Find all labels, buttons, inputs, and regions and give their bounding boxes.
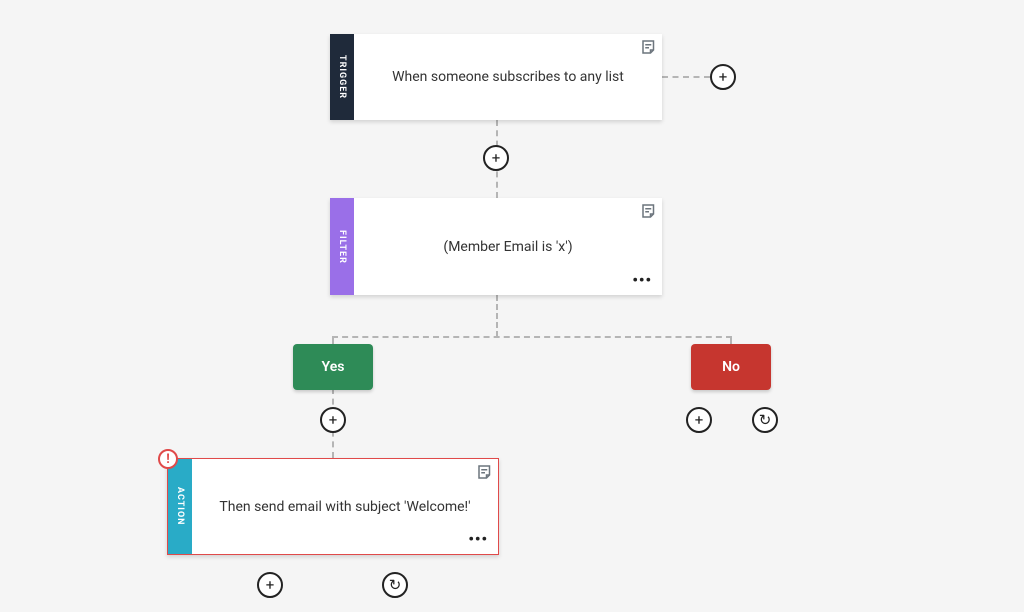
- plus-icon: +: [492, 151, 501, 166]
- plus-icon: +: [266, 578, 275, 593]
- add-after-no-button[interactable]: +: [686, 407, 712, 433]
- refresh-no-button[interactable]: ↻: [752, 407, 778, 433]
- action-sidebar: ACTION: [168, 459, 192, 554]
- plus-icon: +: [329, 413, 338, 428]
- connector: [662, 76, 710, 78]
- filter-body: (Member Email is 'x') •••: [354, 198, 662, 295]
- filter-node[interactable]: FILTER (Member Email is 'x') •••: [330, 198, 662, 295]
- note-icon[interactable]: [640, 38, 658, 56]
- trigger-body: When someone subscribes to any list: [354, 34, 662, 120]
- workflow-canvas: TRIGGER When someone subscribes to any l…: [0, 0, 1024, 612]
- connector: [496, 295, 498, 337]
- branch-no[interactable]: No: [691, 344, 771, 390]
- action-text: Then send email with subject 'Welcome!': [219, 499, 470, 515]
- action-more-button[interactable]: •••: [468, 530, 488, 548]
- action-body: Then send email with subject 'Welcome!' …: [192, 459, 498, 554]
- action-node[interactable]: ! ACTION Then send email with subject 'W…: [167, 458, 499, 555]
- branch-no-label: No: [722, 359, 740, 375]
- add-trigger-sibling-button[interactable]: +: [710, 64, 736, 90]
- connector: [332, 336, 732, 338]
- note-icon[interactable]: [640, 202, 658, 220]
- warning-icon: !: [166, 452, 170, 467]
- refresh-action-button[interactable]: ↻: [382, 572, 408, 598]
- filter-sidebar: FILTER: [330, 198, 354, 295]
- branch-yes[interactable]: Yes: [293, 344, 373, 390]
- add-after-action-button[interactable]: +: [257, 572, 283, 598]
- filter-more-button[interactable]: •••: [632, 271, 652, 289]
- trigger-text: When someone subscribes to any list: [392, 69, 624, 85]
- add-after-trigger-button[interactable]: +: [483, 145, 509, 171]
- filter-sidebar-label: FILTER: [337, 230, 347, 264]
- add-after-yes-button[interactable]: +: [320, 407, 346, 433]
- trigger-node[interactable]: TRIGGER When someone subscribes to any l…: [330, 34, 662, 120]
- filter-text: (Member Email is 'x'): [443, 239, 572, 255]
- refresh-icon: ↻: [389, 578, 402, 593]
- plus-icon: +: [695, 413, 704, 428]
- plus-icon: +: [719, 70, 728, 85]
- trigger-sidebar: TRIGGER: [330, 34, 354, 120]
- warning-badge[interactable]: !: [158, 449, 178, 469]
- action-sidebar-label: ACTION: [175, 487, 185, 526]
- refresh-icon: ↻: [759, 413, 772, 428]
- trigger-sidebar-label: TRIGGER: [337, 55, 347, 99]
- branch-yes-label: Yes: [322, 359, 345, 375]
- note-icon[interactable]: [476, 463, 494, 481]
